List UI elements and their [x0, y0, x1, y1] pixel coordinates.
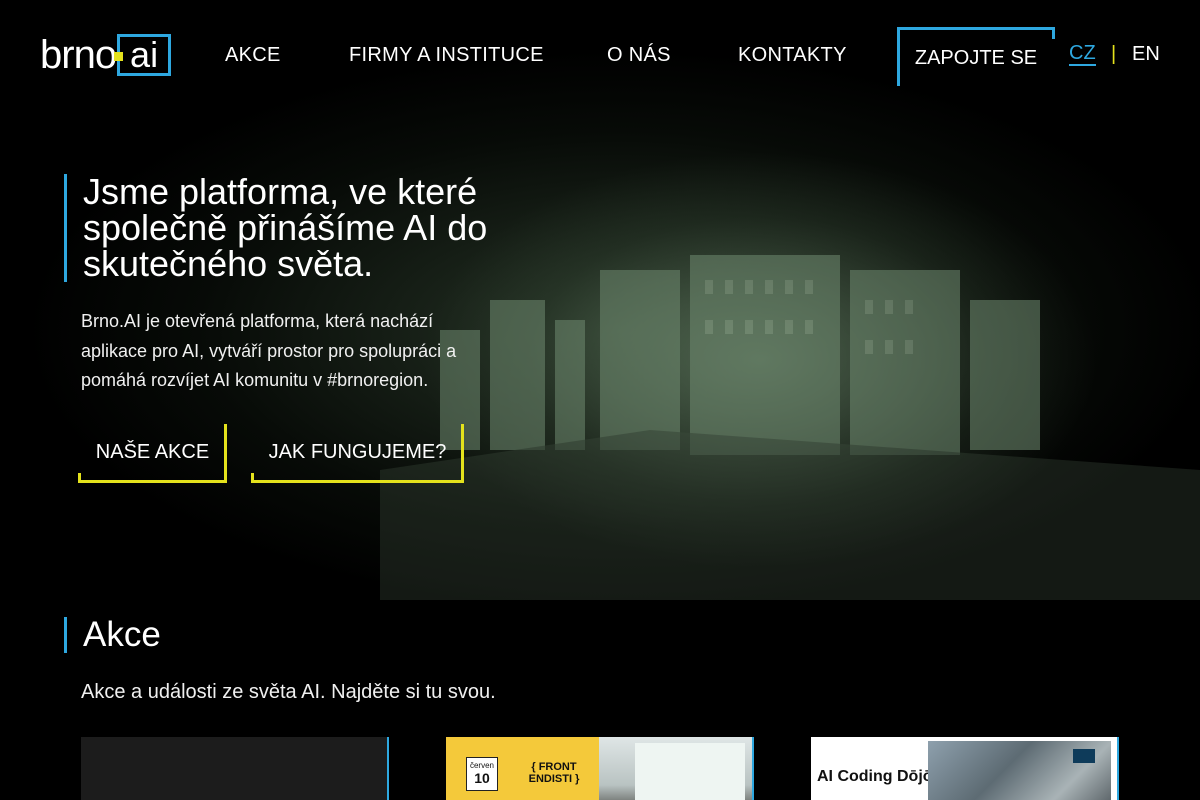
event-day: 10 [474, 770, 490, 786]
jak-fungujeme-button[interactable]: JAK FUNGUJEME? [251, 424, 464, 483]
event-photo [599, 737, 752, 800]
event-date-badge: červen 10 [466, 757, 498, 791]
presentation-screen [635, 743, 745, 800]
ai-coding-dojo-title: AI Coding Dōjō [817, 768, 933, 785]
logo-dot [114, 52, 124, 61]
hero-title: Jsme platforma, ve které společně přináš… [83, 171, 488, 284]
brno-ai-logo[interactable]: brno ai [40, 33, 172, 77]
event-month: červen [469, 761, 494, 770]
logo-ai-text: ai [130, 34, 159, 75]
nav-akce[interactable]: AKCE [225, 44, 281, 67]
nav-o-nas[interactable]: O NÁS [607, 44, 671, 67]
logo-text: brno [40, 33, 117, 77]
logo-ai-box: ai [114, 34, 172, 76]
event-photo [928, 741, 1111, 800]
lang-cz-link[interactable]: CZ [1069, 43, 1096, 66]
lang-separator: | [1111, 43, 1117, 65]
event-card-2[interactable]: červen 10 { FRONT ENDISTI } [446, 737, 754, 800]
event-card-3[interactable]: AI Coding Dōjō [811, 737, 1119, 800]
zapojte-se-button[interactable]: ZAPOJTE SE [897, 27, 1055, 86]
hero-description: Brno.AI je otevřená platforma, která nac… [81, 311, 457, 390]
site-header: brno ai AKCE FIRMY A INSTITUCE O NÁS KON… [0, 0, 1200, 110]
hero-title-block: Jsme platforma, ve které společně přináš… [64, 174, 504, 282]
nav-kontakty[interactable]: KONTAKTY [738, 44, 847, 67]
events-title: Akce [83, 615, 161, 654]
events-description: Akce a události ze světa AI. Najděte si … [81, 681, 496, 703]
events-title-block: Akce [64, 615, 161, 654]
event-card-1[interactable] [81, 737, 389, 800]
frontendisti-logo: { FRONT ENDISTI } [528, 761, 580, 785]
nav-firmy-a-instituce[interactable]: FIRMY A INSTITUCE [349, 44, 544, 67]
nase-akce-button[interactable]: NAŠE AKCE [78, 424, 227, 483]
lang-en-link[interactable]: EN [1132, 43, 1160, 66]
